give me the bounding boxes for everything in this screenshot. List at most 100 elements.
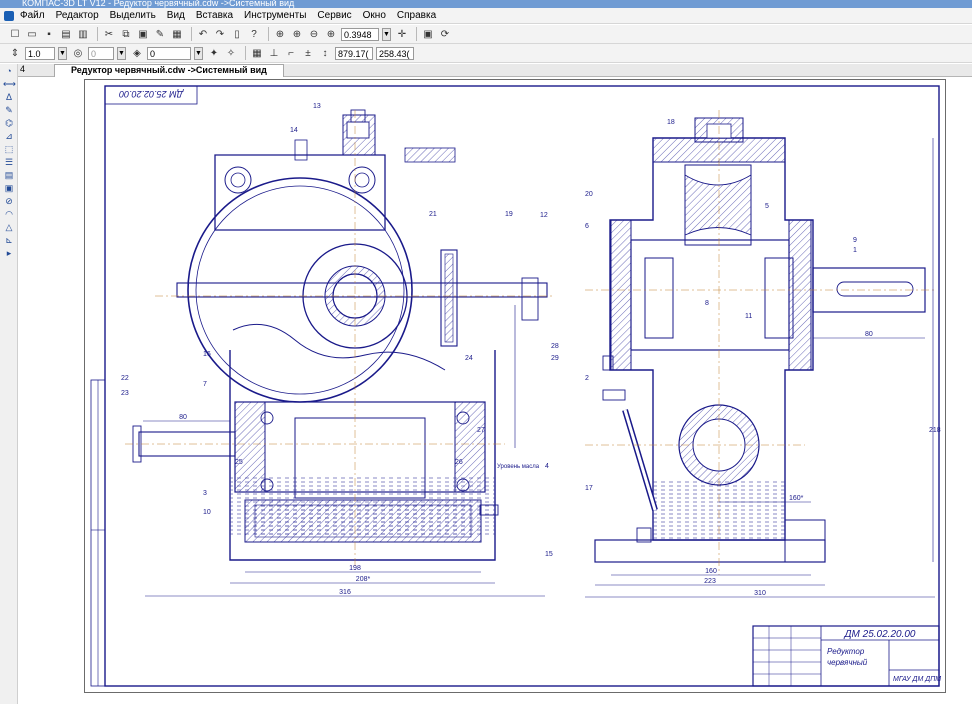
geometry-icon[interactable]: ◔: [3, 66, 15, 77]
layer-field[interactable]: 0: [147, 46, 191, 60]
parametrize-icon[interactable]: ⌬: [3, 118, 15, 129]
state-field[interactable]: 0: [88, 46, 114, 60]
label-21: 21: [429, 211, 437, 218]
cut-icon[interactable]: ✂: [102, 27, 116, 41]
label-28: 28: [551, 343, 559, 350]
label-26: 26: [455, 459, 463, 466]
spec-icon[interactable]: ☰: [3, 157, 15, 168]
dim-shaft-left: 80: [179, 414, 187, 421]
menu-tools[interactable]: Инструменты: [244, 10, 306, 21]
zoom-field[interactable]: 0.3948: [341, 27, 379, 41]
print-icon[interactable]: ▥: [76, 27, 90, 41]
label-4: 4: [545, 463, 549, 470]
layer-dropdown-icon[interactable]: ▼: [194, 46, 203, 60]
stamp-org: МГАУ ДМ ДПМ: [893, 676, 941, 683]
toolbar-separator: [268, 27, 269, 41]
snap-icon[interactable]: ⇕: [8, 46, 22, 60]
label-20: 20: [585, 191, 593, 198]
select-icon[interactable]: ⬚: [3, 144, 15, 155]
label-5: 5: [765, 203, 769, 210]
menu-file[interactable]: Файл: [20, 10, 45, 21]
style-icon[interactable]: ✦: [207, 46, 221, 60]
more-icon[interactable]: ▸: [3, 248, 15, 259]
toolbar-separator: [191, 27, 192, 41]
dimensions-icon[interactable]: ⟷: [3, 79, 16, 90]
library-icon[interactable]: ▦: [170, 27, 184, 41]
zoom-window-icon[interactable]: ⊕: [273, 27, 287, 41]
scale-field[interactable]: 1.0: [25, 46, 55, 60]
tab-active-document[interactable]: Редуктор червячный.cdw ->Системный вид: [54, 64, 284, 77]
label-22: 22: [121, 375, 129, 382]
tab-number: 4: [20, 64, 26, 74]
tolerance-icon[interactable]: ⊘: [3, 196, 15, 207]
local-cs-icon[interactable]: ⌐: [284, 46, 298, 60]
label-2: 2: [585, 375, 589, 382]
menu-select[interactable]: Выделить: [110, 10, 156, 21]
report-icon[interactable]: ▤: [3, 170, 15, 181]
views-icon[interactable]: ▣: [3, 183, 15, 194]
zoom-dropdown-icon[interactable]: ▼: [382, 27, 391, 41]
label-8: 8: [705, 300, 709, 307]
menu-insert[interactable]: Вставка: [196, 10, 233, 21]
measure-icon[interactable]: ⊿: [3, 131, 15, 142]
zoom-in-icon[interactable]: ⊕: [290, 27, 304, 41]
menu-help[interactable]: Справка: [397, 10, 436, 21]
layer-icon[interactable]: ◈: [130, 46, 144, 60]
coord-y-field[interactable]: 258.43(: [376, 46, 414, 60]
drawing-sheet[interactable]: ДМ 25.02.20.00 198 208* 316 80 Уровень м…: [84, 79, 946, 693]
menu-bar: Файл Редактор Выделить Вид Вставка Инстр…: [0, 8, 972, 24]
dim-side-mid: 223: [704, 578, 716, 585]
edit-icon[interactable]: ✎: [3, 105, 15, 116]
undo-icon[interactable]: ↶: [196, 27, 210, 41]
refresh-icon[interactable]: ⟳: [438, 27, 452, 41]
weld-icon[interactable]: ⊾: [3, 235, 15, 246]
paste-icon[interactable]: ▣: [136, 27, 150, 41]
label-16: 16: [203, 351, 211, 358]
app-icon[interactable]: [4, 10, 14, 21]
dim-front-mid: 208*: [356, 576, 371, 583]
copy-icon[interactable]: ⧉: [119, 27, 133, 41]
state-dropdown-icon[interactable]: ▼: [117, 46, 126, 60]
show-all-icon[interactable]: ▣: [421, 27, 435, 41]
arc-icon[interactable]: ◠: [3, 209, 15, 220]
menu-view[interactable]: Вид: [167, 10, 185, 21]
label-1: 1: [853, 247, 857, 254]
window-title: КОМПАС-3D LT V12 - Редуктор червячный.cd…: [22, 0, 295, 8]
layer-state-icon[interactable]: ◎: [71, 46, 85, 60]
label-7: 7: [203, 381, 207, 388]
label-17: 17: [585, 485, 593, 492]
coord-x-field[interactable]: 879.17(: [335, 46, 373, 60]
round-icon[interactable]: ±: [301, 46, 315, 60]
pan-icon[interactable]: ✛: [395, 27, 409, 41]
properties-icon[interactable]: ✎: [153, 27, 167, 41]
ortho-icon[interactable]: ⊥: [267, 46, 281, 60]
symbols-icon[interactable]: Δ: [3, 92, 15, 103]
label-29: 29: [551, 355, 559, 362]
help-pointer-icon[interactable]: ?: [247, 27, 261, 41]
color-icon[interactable]: ✧: [224, 46, 238, 60]
stamp-name-1: Редуктор: [827, 647, 865, 656]
menu-edit[interactable]: Редактор: [56, 10, 99, 21]
dim-side-inner: 160: [705, 568, 717, 575]
manager-icon[interactable]: ▯: [230, 27, 244, 41]
label-6: 6: [585, 223, 589, 230]
menu-service[interactable]: Сервис: [317, 10, 351, 21]
grid-icon[interactable]: ▦: [250, 46, 264, 60]
zoom-scale-icon[interactable]: ⊕: [324, 27, 338, 41]
zoom-out-icon[interactable]: ⊖: [307, 27, 321, 41]
standard-toolbar: ☐ ▭ ▪ ▤ ▥ ✂ ⧉ ▣ ✎ ▦ ↶ ↷ ▯ ? ⊕ ⊕ ⊖ ⊕ 0.39…: [0, 25, 972, 44]
label-14: 14: [290, 127, 298, 134]
menu-window[interactable]: Окно: [363, 10, 386, 21]
label-11: 11: [745, 313, 752, 320]
redo-icon[interactable]: ↷: [213, 27, 227, 41]
triangle-icon[interactable]: △: [3, 222, 15, 233]
label-3: 3: [203, 490, 207, 497]
front-view: 198 208* 316 80 Уровень масла 14 13 12 1…: [121, 103, 559, 597]
save-icon[interactable]: ▪: [42, 27, 56, 41]
print-preview-icon[interactable]: ▤: [59, 27, 73, 41]
new-file-icon[interactable]: ☐: [8, 27, 22, 41]
dim-front-total: 316: [339, 589, 351, 596]
scale-dropdown-icon[interactable]: ▼: [58, 46, 67, 60]
cursor-coords-icon: ↕: [322, 47, 328, 59]
open-file-icon[interactable]: ▭: [25, 27, 39, 41]
